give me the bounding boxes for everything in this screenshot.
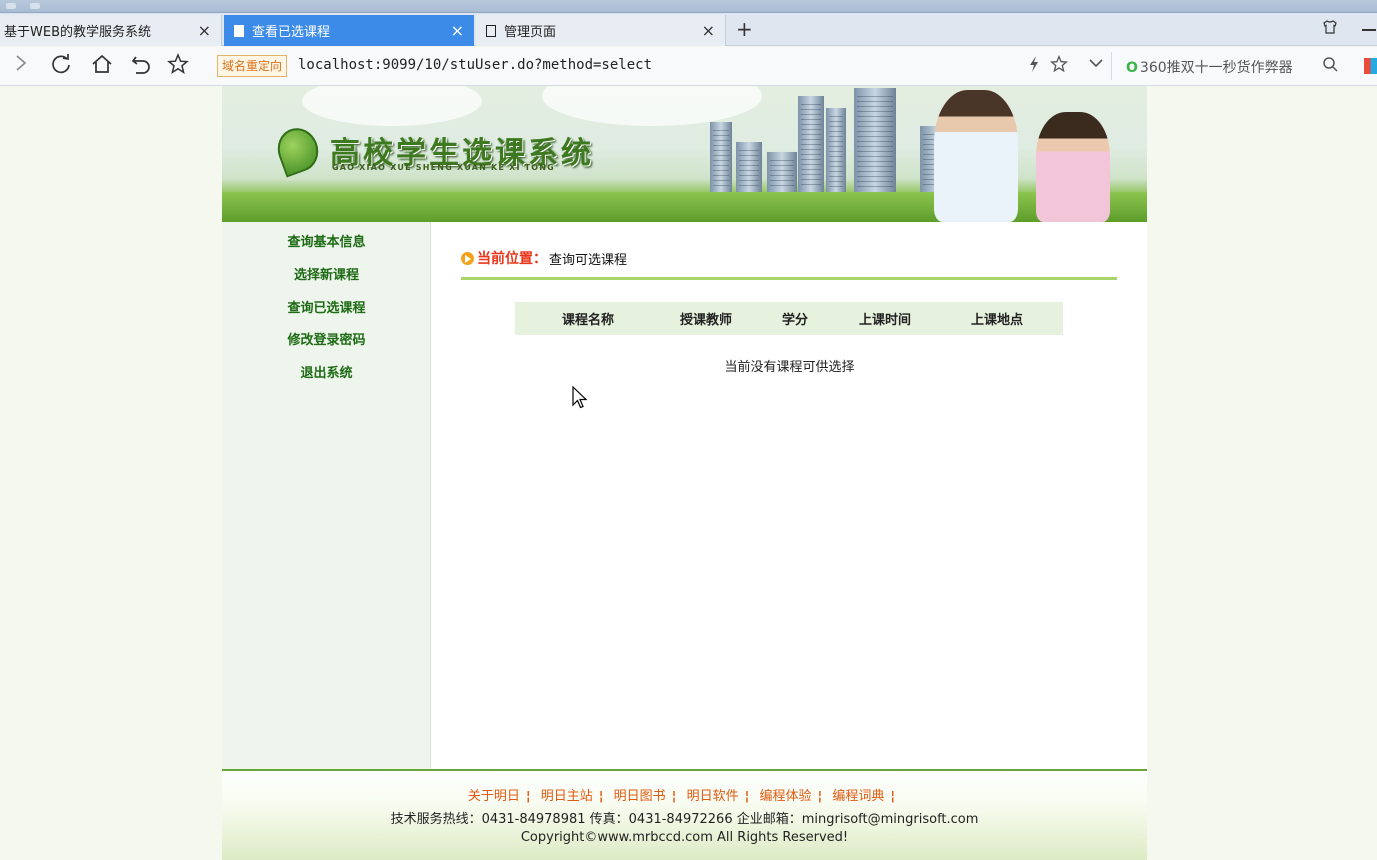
tab-bar: 基于WEB的教学服务系统 × 查看已选课程 × 管理页面 × +: [0, 13, 1377, 46]
lightning-icon[interactable]: [1028, 55, 1040, 77]
sidebar-item-selected-courses[interactable]: 查询已选课程: [222, 297, 431, 316]
building-illustration: [798, 96, 824, 192]
address-input[interactable]: localhost:9099/10/stuUser.do?method=sele…: [298, 57, 652, 73]
tab-admin-page[interactable]: 管理页面 ×: [476, 15, 726, 46]
footer-link-about[interactable]: 关于明日: [468, 789, 520, 804]
tab-label: 基于WEB的教学服务系统: [4, 25, 151, 40]
sidebar-item-logout[interactable]: 退出系统: [222, 362, 431, 381]
home-icon[interactable]: [91, 53, 113, 81]
favorite-star-icon[interactable]: [1049, 54, 1069, 77]
banner-cloud: [302, 86, 482, 126]
sidebar-item-basic-info[interactable]: 查询基本信息: [222, 231, 431, 250]
reload-icon[interactable]: [50, 53, 72, 81]
chevron-down-icon[interactable]: [1088, 55, 1104, 75]
column-header: 上课地点: [931, 302, 1063, 335]
sidebar-item-select-course[interactable]: 选择新课程: [222, 264, 431, 283]
main-content: 当前位置： 查询可选课程 课程名称 授课教师 学分 上课时间 上课地点 当前没有…: [432, 222, 1147, 769]
student-illustration: [934, 90, 1018, 222]
window-control[interactable]: [30, 3, 40, 9]
tab-teaching-system[interactable]: 基于WEB的教学服务系统 ×: [0, 15, 222, 46]
search-brand-icon: O: [1126, 60, 1138, 76]
footer-link-software[interactable]: 明日软件: [687, 789, 739, 804]
tab-label: 管理页面: [504, 25, 557, 40]
close-icon[interactable]: ×: [451, 21, 464, 40]
footer-separator: ¦: [744, 789, 750, 804]
breadcrumb: 当前位置： 查询可选课程: [461, 248, 627, 268]
footer-link-main-site[interactable]: 明日主站: [541, 789, 593, 804]
skin-icon-graphic: [1323, 20, 1337, 34]
tab-label: 查看已选课程: [252, 25, 331, 40]
footer-separator: ¦: [525, 789, 531, 804]
reload-icon-graphic: [52, 54, 70, 74]
building-illustration: [854, 88, 896, 192]
building-illustration: [826, 108, 846, 192]
divider: [461, 277, 1117, 280]
lightning-icon-graphic: [1030, 56, 1038, 72]
apps-icon[interactable]: [1364, 58, 1377, 74]
column-header: 课程名称: [515, 302, 661, 335]
building-illustration: [767, 152, 797, 192]
leaf-logo-icon: [271, 122, 325, 178]
forward-icon[interactable]: [14, 53, 28, 79]
address-bar-row: 域名重定向 localhost:9099/10/stuUser.do?metho…: [0, 47, 1377, 86]
tab-selected-courses[interactable]: 查看已选课程 ×: [224, 15, 474, 46]
sidebar-item-change-password[interactable]: 修改登录密码: [222, 329, 431, 348]
forward-icon-graphic: [16, 55, 27, 71]
undo-icon[interactable]: [130, 53, 152, 81]
empty-state-message: 当前没有课程可供选择: [724, 360, 855, 375]
sidebar: 查询基本信息 选择新课程 查询已选课程 修改登录密码 退出系统: [222, 222, 431, 769]
new-tab-button[interactable]: +: [736, 17, 753, 41]
table-header-row: 课程名称 授课教师 学分 上课时间 上课地点: [515, 302, 1063, 335]
document-icon: [486, 24, 496, 37]
star-icon-graphic: [167, 53, 189, 75]
student-illustration: [1036, 112, 1110, 222]
undo-icon-graphic: [131, 56, 150, 74]
column-header: 上课时间: [839, 302, 931, 335]
footer-separator: ¦: [817, 789, 823, 804]
header-banner: 高校学生选课系统 GAO XIAO XUE SHENG XUAN KE XI T…: [222, 86, 1147, 222]
arrow-right-icon: [461, 251, 474, 265]
search-icon[interactable]: [1322, 56, 1338, 76]
footer-link-books[interactable]: 明日图书: [614, 789, 666, 804]
site-subtitle: GAO XIAO XUE SHENG XUAN KE XI TONG: [332, 163, 555, 172]
building-illustration: [710, 122, 732, 192]
close-icon[interactable]: ×: [198, 21, 211, 40]
search-placeholder: 360推双十一秒货作弊器: [1139, 60, 1293, 76]
footer-separator: ¦: [671, 789, 677, 804]
column-header: 授课教师: [661, 302, 751, 335]
redirect-badge[interactable]: 域名重定向: [217, 55, 288, 77]
footer-links: 关于明日 ¦ 明日主站 ¦ 明日图书 ¦ 明日软件 ¦ 编程体验 ¦ 编程词典 ¦: [222, 785, 1147, 804]
bookmark-star-icon[interactable]: [167, 53, 189, 81]
footer-link-dictionary[interactable]: 编程词典: [832, 789, 884, 804]
document-icon: [234, 24, 244, 37]
location-label: 当前位置：: [477, 251, 547, 267]
footer: 关于明日 ¦ 明日主站 ¦ 明日图书 ¦ 明日软件 ¦ 编程体验 ¦ 编程词典 ¦ 技术服务…: [222, 769, 1147, 860]
divider: [1111, 52, 1112, 80]
chevron-down-icon-graphic: [1089, 59, 1103, 68]
star-icon-graphic: [1049, 54, 1069, 73]
window-title-strip: [0, 0, 1377, 13]
banner-cloud: [542, 86, 762, 126]
home-icon-graphic: [92, 54, 112, 73]
footer-copyright: Copyright©www.mrbccd.com All Rights Rese…: [520, 830, 849, 845]
search-input[interactable]: O 360推双十一秒货作弊器: [1126, 57, 1293, 77]
course-table: 课程名称 授课教师 学分 上课时间 上课地点: [515, 302, 1063, 335]
footer-separator: ¦: [598, 789, 604, 804]
footer-link-experience[interactable]: 编程体验: [759, 789, 811, 804]
column-header: 学分: [751, 302, 839, 335]
mouse-cursor-icon: [572, 386, 588, 409]
skin-icon[interactable]: [1322, 19, 1338, 39]
search-icon-graphic: [1323, 57, 1338, 72]
minimize-icon[interactable]: [1362, 29, 1376, 31]
page: 高校学生选课系统 GAO XIAO XUE SHENG XUAN KE XI T…: [222, 86, 1147, 860]
footer-contact: 技术服务热线：0431-84978981 传真：0431-84972266 企业…: [390, 812, 979, 827]
footer-separator: ¦: [890, 789, 896, 804]
close-icon[interactable]: ×: [702, 21, 715, 40]
window-control[interactable]: [6, 3, 16, 9]
location-value: 查询可选课程: [549, 252, 628, 268]
building-illustration: [736, 142, 762, 192]
